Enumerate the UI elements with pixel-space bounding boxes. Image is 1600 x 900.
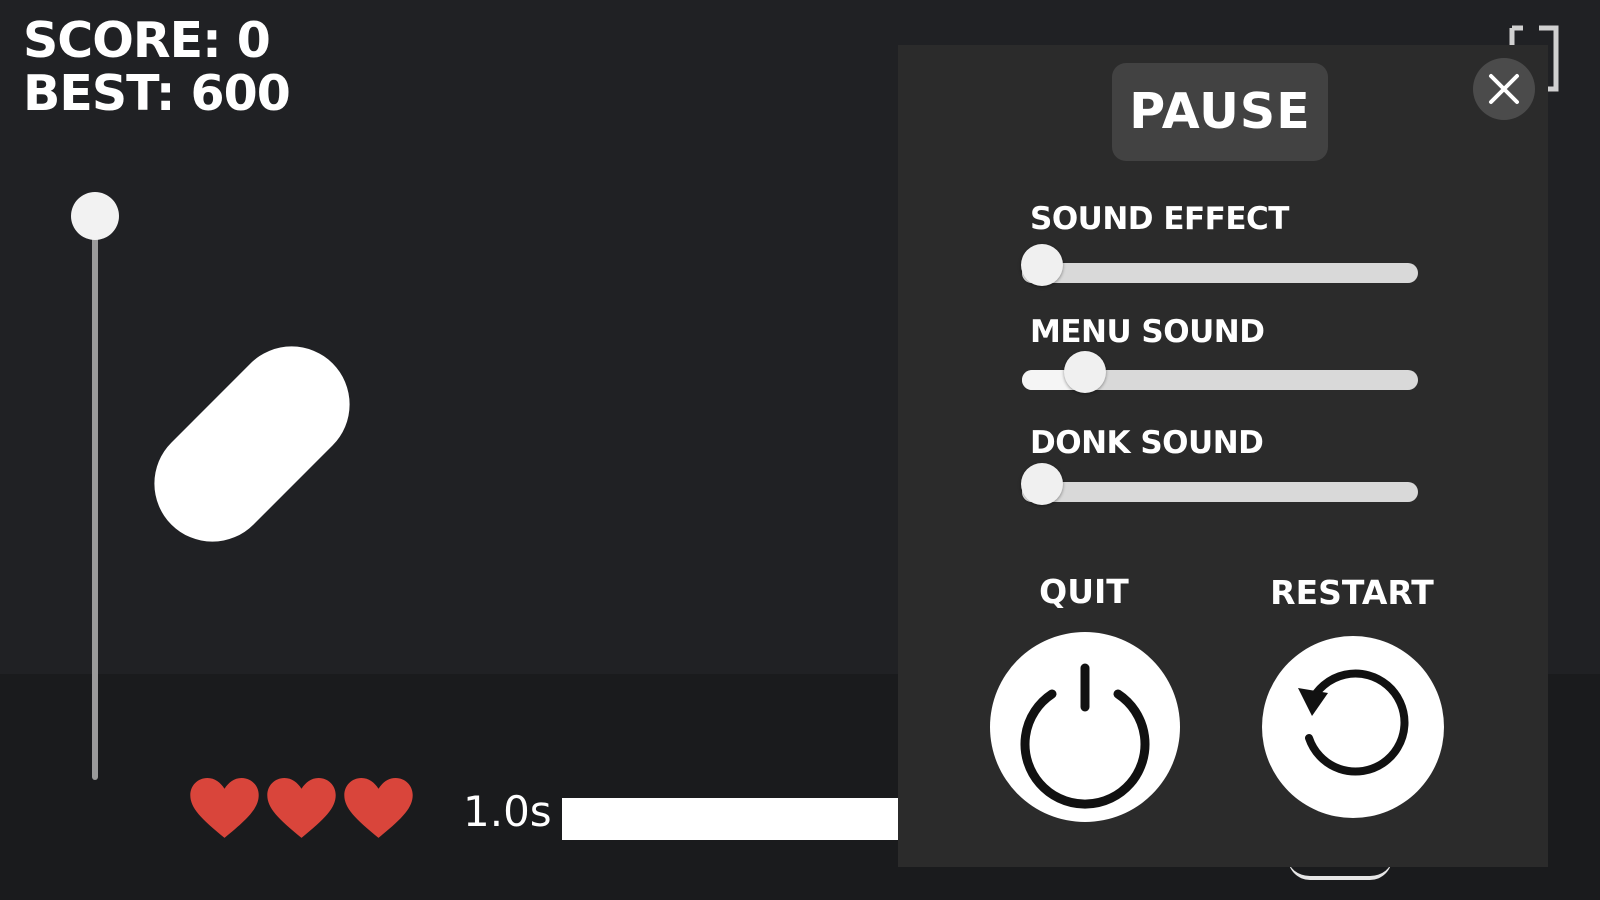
- slider-knob[interactable]: [1021, 244, 1063, 286]
- pause-title: PAUSE: [1112, 63, 1328, 161]
- slider-track: [1022, 482, 1418, 502]
- power-icon: [1020, 663, 1150, 809]
- menu-sound-label: MENU SOUND: [1030, 314, 1265, 350]
- heart-icon: [344, 778, 413, 838]
- quit-button[interactable]: [990, 632, 1180, 822]
- slider-knob[interactable]: [1021, 463, 1063, 505]
- slider-track: [1022, 263, 1418, 283]
- slider-knob[interactable]: [1064, 351, 1106, 393]
- donk-sound-slider[interactable]: [1021, 463, 1418, 505]
- sound-effect-label: SOUND EFFECT: [1030, 201, 1289, 237]
- menu-sound-slider[interactable]: [1022, 351, 1418, 393]
- timer-text: 1.0s: [463, 787, 552, 836]
- timer-bar: [562, 798, 902, 840]
- score-text: SCORE: 0: [23, 12, 271, 69]
- vertical-track-knob[interactable]: [71, 192, 119, 240]
- close-button[interactable]: [1473, 58, 1535, 120]
- restart-label: RESTART: [1270, 573, 1434, 612]
- lives-hearts: [190, 778, 413, 840]
- player-pill: [130, 322, 374, 566]
- best-score-text: BEST: 600: [23, 65, 291, 122]
- donk-sound-label: DONK SOUND: [1030, 425, 1264, 461]
- sound-effect-slider[interactable]: [1021, 244, 1418, 286]
- score-panel: SCORE: 0 BEST: 600: [23, 12, 291, 122]
- game-screen: SCORE: 0 BEST: 600 1.0s PAUSE SOUND EFFE…: [0, 0, 1600, 900]
- restart-button[interactable]: [1262, 636, 1444, 818]
- close-icon: [1489, 74, 1519, 104]
- vertical-track: [92, 218, 98, 780]
- heart-icon: [190, 778, 259, 838]
- heart-icon: [267, 778, 336, 838]
- pause-panel: PAUSE SOUND EFFECT MENU SOUND DONK SOUND…: [898, 45, 1548, 867]
- restart-icon: [1298, 669, 1409, 776]
- quit-label: QUIT: [1039, 572, 1129, 611]
